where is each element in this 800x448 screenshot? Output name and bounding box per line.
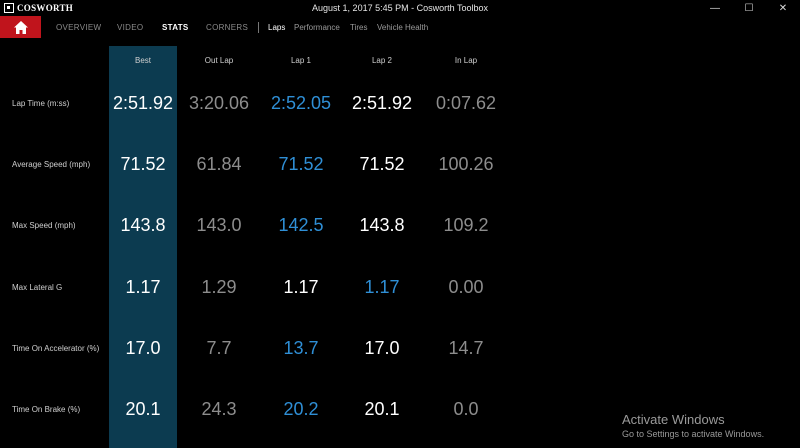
column-header: Best (134, 56, 151, 65)
activate-windows-subtitle: Go to Settings to activate Windows. (622, 429, 765, 439)
tab-laps[interactable]: Laps (268, 23, 285, 32)
cosworth-logo-icon (4, 3, 14, 13)
nav-stats[interactable]: STATS (162, 23, 189, 32)
stat-value: 100.26 (438, 154, 494, 174)
nav-video[interactable]: VIDEO (117, 23, 143, 32)
title-bar: COSWORTH August 1, 2017 5:45 PM - Coswor… (0, 0, 800, 16)
stat-value: 0.00 (448, 277, 484, 297)
nav-overview[interactable]: OVERVIEW (56, 23, 101, 32)
nav-divider (258, 22, 259, 33)
window-title: August 1, 2017 5:45 PM - Cosworth Toolbo… (312, 3, 488, 13)
column-header: In Lap (454, 56, 478, 65)
close-button[interactable]: ✕ (766, 0, 800, 16)
tab-performance[interactable]: Performance (294, 23, 340, 32)
row-label: Max Speed (mph) (12, 221, 76, 230)
nav-corners[interactable]: CORNERS (206, 23, 248, 32)
row-label: Average Speed (mph) (12, 160, 91, 169)
stat-value: 14.7 (448, 338, 484, 358)
row-label: Time On Accelerator (%) (12, 344, 100, 353)
stat-value: 109.2 (443, 215, 489, 235)
row-label: Max Lateral G (12, 283, 63, 292)
activate-windows-title: Activate Windows (622, 412, 725, 427)
minimize-button[interactable]: — (698, 0, 732, 16)
row-label: Time On Brake (%) (12, 405, 81, 414)
maximize-button[interactable]: ☐ (732, 0, 766, 16)
column-header: Lap 2 (371, 56, 393, 65)
row-label: Lap Time (m:ss) (12, 99, 70, 108)
brand-name: COSWORTH (17, 3, 74, 13)
nav-bar: OVERVIEW VIDEO STATS CORNERS Laps Perfor… (0, 16, 800, 38)
brand-logo: COSWORTH (4, 2, 73, 14)
tab-tires[interactable]: Tires (350, 23, 367, 32)
stat-value: 0:07.62 (435, 93, 497, 113)
stat-value: 0.0 (453, 399, 479, 419)
tab-vehicle-health[interactable]: Vehicle Health (377, 23, 428, 32)
home-button[interactable] (0, 16, 41, 38)
home-icon (13, 20, 28, 34)
column-header: Out Lap (204, 56, 234, 65)
column-header: Lap 1 (290, 56, 312, 65)
window-controls: — ☐ ✕ (698, 0, 800, 16)
